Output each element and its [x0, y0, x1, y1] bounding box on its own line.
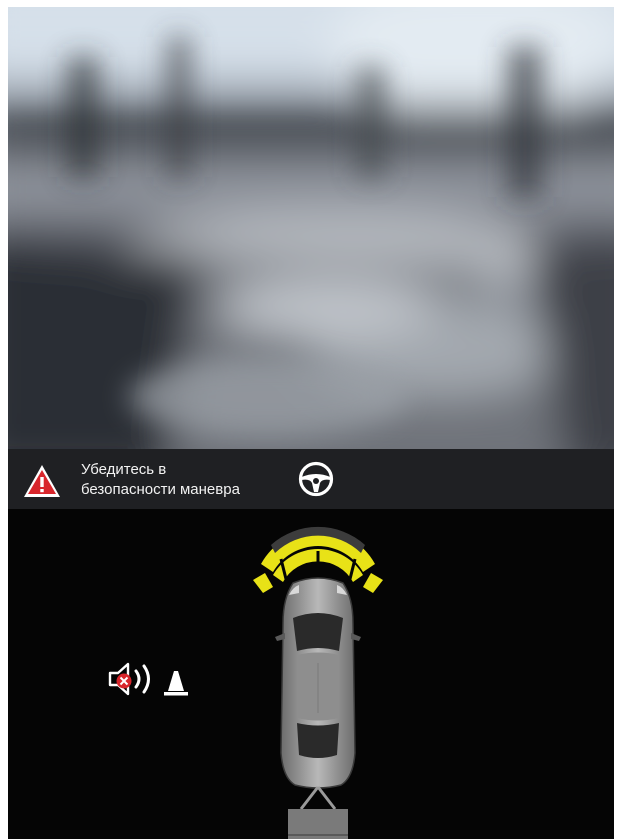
rear-camera-view — [8, 7, 614, 449]
steering-wheel-icon — [298, 461, 334, 497]
warning-bar: Убедитесь в безопасности маневра — [8, 449, 614, 509]
warning-triangle-icon — [24, 465, 60, 497]
car-top-view — [275, 577, 361, 789]
sensor-zone-left — [253, 573, 273, 593]
sound-muted-icon[interactable] — [106, 659, 198, 699]
warning-message: Убедитесь в безопасности маневра — [81, 460, 240, 500]
parking-sensor-cone-icon — [164, 671, 188, 696]
car-with-sensors — [253, 526, 383, 839]
parking-sensor-area — [8, 509, 614, 839]
tow-hitch — [288, 786, 348, 839]
warning-line-1: Убедитесь в — [81, 461, 167, 478]
sensor-zone-right — [363, 573, 383, 593]
camera-image — [8, 7, 614, 449]
parking-display: Убедитесь в безопасности маневра — [8, 7, 614, 839]
warning-line-2: безопасности маневра — [81, 481, 240, 498]
